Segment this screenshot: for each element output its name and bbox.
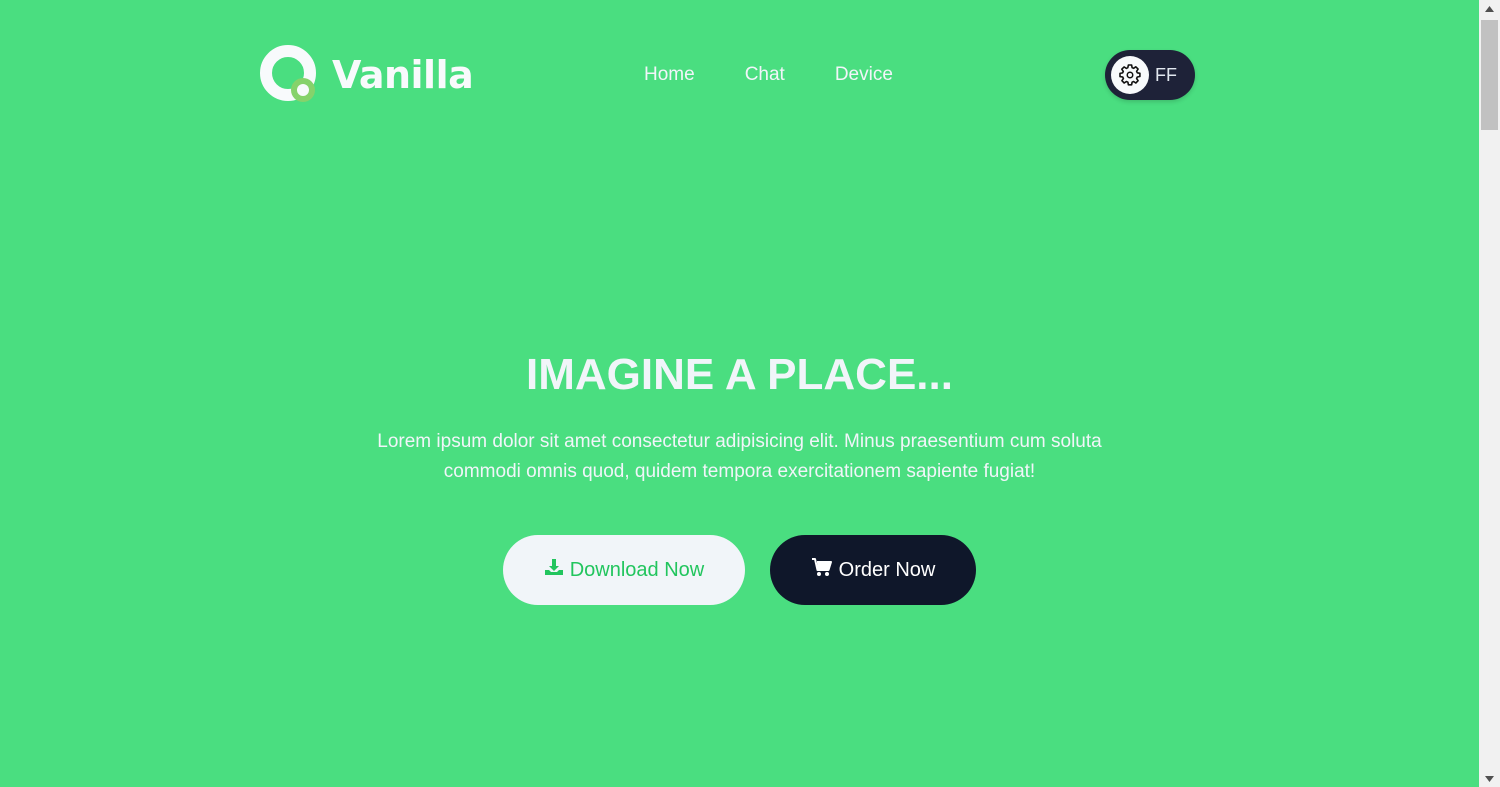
- scrollbar-thumb[interactable]: [1481, 20, 1498, 130]
- nav-item-device[interactable]: Device: [835, 64, 893, 86]
- hero-title: IMAGINE A PLACE...: [526, 350, 953, 399]
- download-button[interactable]: Download Now: [503, 535, 745, 605]
- gear-icon[interactable]: [1111, 56, 1149, 94]
- nav-item-chat[interactable]: Chat: [745, 64, 785, 86]
- user-menu[interactable]: FF: [1105, 50, 1195, 100]
- cart-icon: [811, 556, 839, 584]
- brand-logo[interactable]: Vanilla: [260, 45, 474, 105]
- scroll-up-arrow-icon[interactable]: [1479, 0, 1500, 17]
- main-nav: Home Chat Device: [644, 64, 893, 86]
- download-label: Download Now: [569, 558, 705, 581]
- order-button[interactable]: Order Now: [770, 535, 976, 605]
- brand-name: Vanilla: [332, 53, 474, 97]
- user-initials: FF: [1155, 64, 1177, 85]
- vanilla-logo-icon: [260, 45, 320, 105]
- download-icon: [544, 557, 570, 583]
- vertical-scrollbar[interactable]: [1479, 0, 1500, 787]
- scroll-down-arrow-icon[interactable]: [1479, 770, 1500, 787]
- page: Vanilla Home Chat Device FF IMAGINE A PL…: [0, 0, 1479, 787]
- nav-item-home[interactable]: Home: [644, 64, 695, 86]
- order-label: Order Now: [838, 558, 936, 581]
- hero-description: Lorem ipsum dolor sit amet consectetur a…: [377, 431, 1102, 482]
